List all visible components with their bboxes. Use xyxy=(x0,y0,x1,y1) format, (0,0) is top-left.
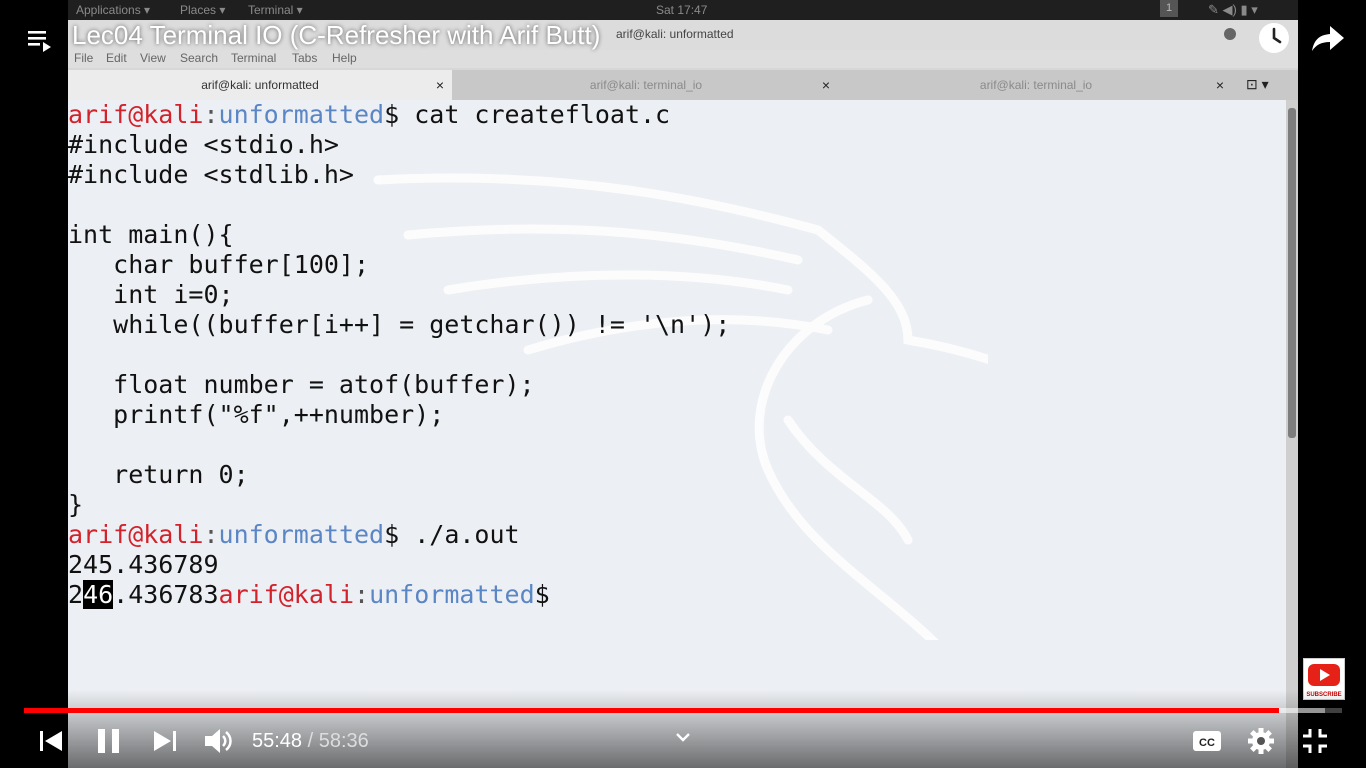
terminal-body: arif@kali:unformatted$ cat createfloat.c… xyxy=(68,100,1286,768)
tab-label: arif@kali: terminal_io xyxy=(979,78,1093,92)
menu-help: Help xyxy=(332,51,357,65)
playlist-icon xyxy=(28,31,51,52)
duration: 58:36 xyxy=(318,730,369,752)
prompt-colon: : xyxy=(203,100,219,129)
new-tab-icon: ⊡ ▾ xyxy=(1246,76,1269,92)
code-line: char buffer[100]; xyxy=(68,250,370,279)
playlist-button[interactable] xyxy=(26,26,54,54)
terminal-app-menu: Terminal ▾ xyxy=(248,3,303,17)
prompt-user: arif@kali xyxy=(68,100,204,129)
system-tray-icon: ✎ ◀) ▮ ▾ xyxy=(1208,2,1258,17)
time-display: 55:48 / 58:36 xyxy=(252,728,369,754)
code-line: return 0; xyxy=(68,460,249,489)
terminal-scrollbar xyxy=(1286,100,1298,768)
prompt-colon: : xyxy=(203,520,219,549)
exit-fullscreen-icon xyxy=(1303,729,1327,753)
terminal-tab-3: arif@kali: terminal_io × xyxy=(840,70,1232,100)
code-line: printf("%f",++number); xyxy=(68,400,445,429)
captions-button[interactable]: CC xyxy=(1192,729,1222,758)
pause-button[interactable] xyxy=(94,726,124,761)
code-line: #include <stdlib.h> xyxy=(68,160,354,189)
video-frame[interactable]: Applications ▾ Places ▾ Terminal ▾ Sat 1… xyxy=(68,0,1298,768)
clock-icon xyxy=(1259,23,1289,53)
menu-view: View xyxy=(140,51,166,65)
program-input: 245.436789 xyxy=(68,550,219,579)
gnome-topbar: Applications ▾ Places ▾ Terminal ▾ Sat 1… xyxy=(68,0,1298,20)
prompt-user: arif@kali xyxy=(218,580,354,609)
menu-file: File xyxy=(74,51,94,65)
current-time: 55:48 xyxy=(252,730,303,752)
desktop-clock: Sat 17:47 xyxy=(656,3,708,17)
settings-button[interactable] xyxy=(1246,726,1276,761)
command-text: cat createfloat.c xyxy=(399,100,671,129)
prompt-symbol: $ xyxy=(384,520,400,549)
prompt-symbol: $ xyxy=(534,580,550,609)
output-line: 246.436783arif@kali:unformatted$ xyxy=(68,580,550,610)
prompt-user: arif@kali xyxy=(68,520,204,549)
minimize-icon xyxy=(1224,28,1236,40)
terminal-menubar: File Edit View Search Terminal Tabs Help xyxy=(68,50,1298,68)
youtube-logo-icon xyxy=(1308,664,1340,686)
cc-icon: CC xyxy=(1193,731,1221,751)
code-line: while((buffer[i++] = getchar()) != '\n')… xyxy=(68,310,731,339)
output-text: 2 xyxy=(68,580,84,609)
skip-next-icon xyxy=(154,731,176,751)
code-line: int main(){ xyxy=(68,220,234,249)
terminal-window-title: arif@kali: unformatted xyxy=(616,27,734,41)
prompt-dir: unformatted xyxy=(218,520,385,549)
terminal-tab-2: arif@kali: terminal_io × xyxy=(454,70,838,100)
terminal-window: arif@kali: unformatted File Edit View Se… xyxy=(68,20,1298,768)
time-separator: / xyxy=(302,730,319,752)
terminal-tab-1: arif@kali: unformatted × xyxy=(68,70,452,100)
code-line: #include <stdio.h> xyxy=(68,130,339,159)
next-button[interactable] xyxy=(152,728,178,759)
terminal-tab-bar: arif@kali: unformatted × arif@kali: term… xyxy=(68,70,1298,100)
video-title[interactable]: Lec04 Terminal IO (C-Refresher with Arif… xyxy=(72,20,600,51)
skip-previous-icon xyxy=(40,731,62,751)
previous-button[interactable] xyxy=(38,728,64,759)
tab-label: arif@kali: unformatted xyxy=(201,78,319,92)
gear-icon xyxy=(1248,728,1274,754)
prompt-dir: unformatted xyxy=(218,100,385,129)
prompt-symbol: $ xyxy=(384,100,400,129)
prompt-line-1: arif@kali:unformatted$ cat createfloat.c xyxy=(68,100,670,130)
exit-fullscreen-button[interactable] xyxy=(1300,726,1330,761)
share-arrow-icon xyxy=(1312,26,1344,51)
chapters-toggle[interactable] xyxy=(674,728,692,751)
close-icon: × xyxy=(1215,77,1224,93)
menu-search: Search xyxy=(180,51,219,65)
pause-icon xyxy=(98,729,119,753)
menu-terminal: Terminal xyxy=(231,51,277,65)
prompt-dir: unformatted xyxy=(369,580,535,609)
places-menu: Places ▾ xyxy=(180,3,226,17)
prompt-line-2: arif@kali:unformatted$ ./a.out xyxy=(68,520,520,550)
output-text: .436783 xyxy=(113,580,219,609)
progress-bar[interactable] xyxy=(24,708,1342,713)
volume-icon xyxy=(205,729,232,753)
close-icon: × xyxy=(821,77,830,93)
close-icon: × xyxy=(435,77,444,93)
share-button[interactable] xyxy=(1308,20,1348,56)
cursor-selection: 46 xyxy=(83,580,114,609)
code-line: } xyxy=(68,490,84,519)
applications-menu: Applications ▾ xyxy=(76,3,151,17)
code-line: float number = atof(buffer); xyxy=(68,370,535,399)
scrollbar-thumb xyxy=(1288,108,1296,438)
code-line: int i=0; xyxy=(68,280,234,309)
command-text: ./a.out xyxy=(399,520,520,549)
progress-played xyxy=(24,708,1279,713)
watch-later-button[interactable] xyxy=(1256,20,1292,56)
svg-text:CC: CC xyxy=(1199,737,1215,749)
workspace-indicator: 1 xyxy=(1160,0,1178,17)
menu-tabs: Tabs xyxy=(292,51,318,65)
menu-edit: Edit xyxy=(106,51,127,65)
prompt-colon: : xyxy=(354,580,370,609)
chevron-down-icon xyxy=(676,733,690,742)
volume-button[interactable] xyxy=(202,725,234,762)
tab-label: arif@kali: terminal_io xyxy=(589,78,703,92)
